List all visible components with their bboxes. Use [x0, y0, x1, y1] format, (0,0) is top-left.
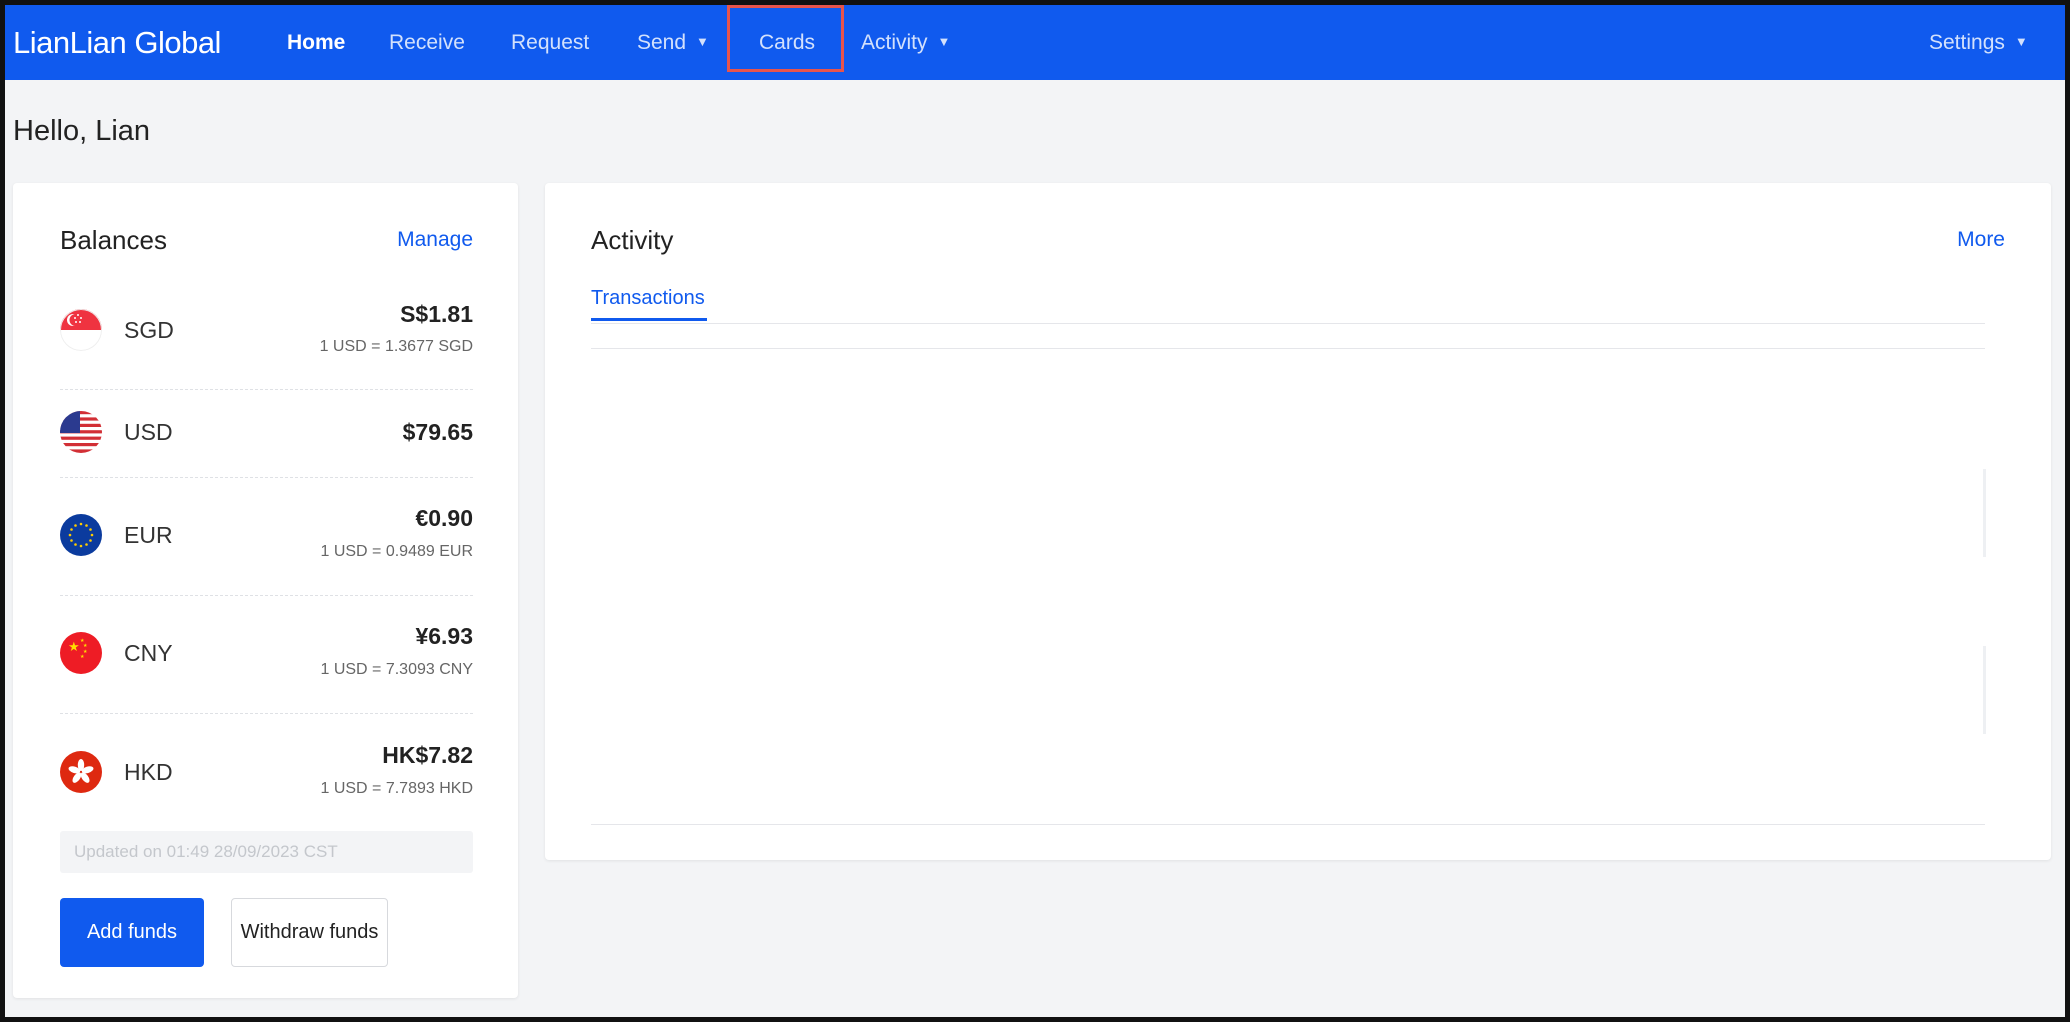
updated-timestamp: Updated on 01:49 28/09/2023 CST	[60, 831, 473, 873]
balance-row-eur[interactable]: EUR €0.90 1 USD = 0.9489 EUR	[60, 477, 473, 596]
greeting-text: Hello, Lian	[13, 115, 151, 147]
activity-title: Activity	[591, 225, 674, 255]
balance-amount: ¥6.93	[415, 623, 473, 649]
caret-down-icon: ▼	[696, 33, 709, 49]
currency-code: SGD	[124, 317, 174, 343]
list-header-divider	[591, 348, 1985, 349]
balance-amount: S$1.81	[400, 301, 473, 327]
currency-code: USD	[124, 419, 173, 445]
caret-down-icon: ▼	[937, 33, 951, 49]
balance-row-hkd[interactable]: HKD HK$7.82 1 USD = 7.7893 HKD	[60, 713, 473, 823]
nav-activity-label: Activity	[861, 31, 928, 54]
hong-kong-flag-icon	[60, 751, 102, 793]
lianlian-global-logo[interactable]: LianLian Global	[13, 25, 221, 61]
balance-amount: €0.90	[415, 505, 473, 531]
tab-transactions[interactable]: Transactions	[591, 287, 705, 310]
eu-flag-icon	[60, 514, 102, 556]
nav-settings-label: Settings	[1929, 31, 2005, 54]
balances-title: Balances	[60, 225, 167, 255]
exchange-rate: 1 USD = 7.3093 CNY	[320, 661, 473, 678]
manage-link[interactable]: Manage	[397, 228, 473, 252]
china-flag-icon: ★ ★ ★ ★ ★	[60, 632, 102, 674]
singapore-flag-icon	[60, 309, 102, 351]
add-funds-button[interactable]: Add funds	[60, 898, 204, 967]
nav-home[interactable]: Home	[287, 5, 345, 80]
nav-request[interactable]: Request	[511, 5, 589, 80]
exchange-rate: 1 USD = 1.3677 SGD	[319, 338, 473, 355]
balance-row-usd[interactable]: USD $79.65	[60, 389, 473, 478]
svg-text:★: ★	[80, 654, 85, 660]
balance-row-sgd[interactable]: SGD S$1.81 1 USD = 1.3677 SGD	[60, 293, 473, 390]
nav-receive[interactable]: Receive	[389, 5, 465, 80]
nav-send-label: Send	[637, 31, 687, 54]
tab-divider	[591, 323, 1985, 324]
exchange-rate: 1 USD = 7.7893 HKD	[320, 780, 473, 797]
balances-card: Balances Manage SGD S$1.81 1 USD = 1.367…	[13, 183, 518, 998]
nav-activity[interactable]: Activity ▼	[861, 5, 950, 80]
nav-settings[interactable]: Settings ▼	[1929, 5, 2028, 80]
more-link[interactable]: More	[1957, 228, 2005, 252]
empty-row-placeholder	[1983, 469, 1986, 557]
cards-highlight-box	[727, 5, 844, 72]
nav-send[interactable]: Send ▼	[637, 5, 709, 80]
currency-code: EUR	[124, 522, 173, 548]
currency-code: HKD	[124, 759, 173, 785]
list-footer-divider	[591, 824, 1985, 825]
caret-down-icon: ▼	[2014, 33, 2028, 49]
empty-row-placeholder	[1983, 646, 1986, 734]
withdraw-funds-button[interactable]: Withdraw funds	[231, 898, 388, 967]
balance-amount: HK$7.82	[382, 742, 473, 768]
active-tab-indicator	[591, 318, 707, 321]
top-navigation-bar: LianLian Global Home Receive Request Sen…	[5, 5, 2065, 80]
svg-text:★: ★	[68, 640, 80, 655]
exchange-rate: 1 USD = 0.9489 EUR	[320, 543, 473, 560]
us-flag-icon	[60, 411, 102, 453]
balance-amount: $79.65	[402, 419, 473, 445]
balance-row-cny[interactable]: ★ ★ ★ ★ ★ CNY ¥6.93 1 USD = 7.3093 CNY	[60, 595, 473, 714]
activity-card: Activity More Transactions	[545, 183, 2051, 860]
currency-code: CNY	[124, 640, 173, 666]
